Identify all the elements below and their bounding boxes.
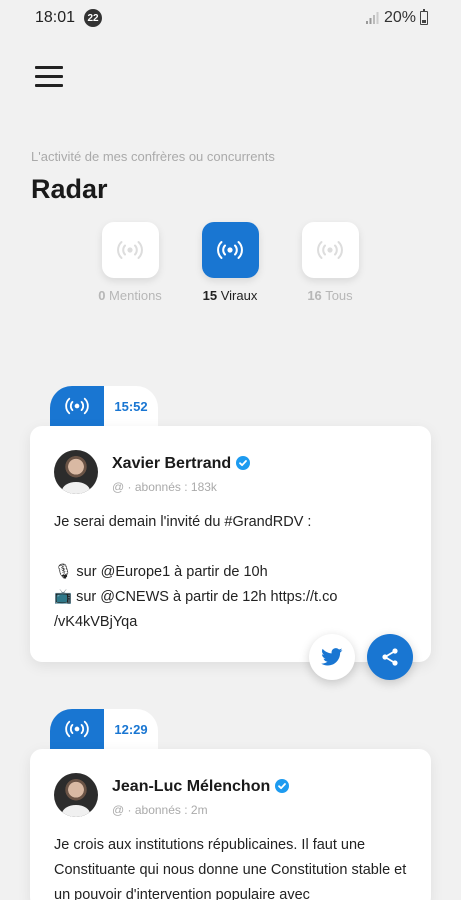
tweet-text: Je crois aux institutions républicaines.… — [54, 837, 411, 900]
tweet-time: 12:29 — [104, 709, 158, 749]
hamburger-menu-icon[interactable] — [35, 66, 63, 88]
author-row: Xavier Bertrand @ · abonnés : 183k — [54, 450, 409, 498]
battery-icon — [420, 9, 428, 25]
author-row: Jean-Luc Mélenchon @ · abonnés : 2m — [54, 773, 409, 821]
share-icon — [382, 648, 398, 666]
tweet-card-1: 15:52 Xavier Bertrand @ · abonnés : 183k… — [30, 386, 431, 680]
avatar — [54, 773, 98, 817]
notification-count-badge: 22 — [84, 9, 102, 27]
filter-viraux[interactable]: 15 Viraux — [180, 222, 280, 303]
filter-viraux-label: 15 Viraux — [202, 288, 258, 303]
filter-mentions-label: 0 Mentions — [98, 288, 162, 303]
tweet-card-body[interactable]: Jean-Luc Mélenchon @ · abonnés : 2m Je c… — [30, 749, 431, 900]
verified-icon — [236, 456, 251, 470]
radar-icon — [50, 709, 104, 749]
filter-mentions-button[interactable] — [101, 222, 159, 278]
filter-viraux-button[interactable] — [201, 222, 259, 278]
radar-icon — [50, 386, 104, 426]
tweet-text: Je serai demain l'invité du #GrandRDV : … — [54, 514, 338, 630]
author-handle: @ · abonnés : 2m — [112, 803, 208, 817]
radar-icon — [217, 241, 243, 259]
filter-tous[interactable]: 16 Tous — [280, 222, 380, 303]
radar-icon — [317, 241, 343, 259]
page-subtitle: L'activité de mes confrères ou concurren… — [31, 149, 275, 164]
tweet-time: 15:52 — [104, 386, 158, 426]
share-button[interactable] — [367, 634, 413, 680]
avatar — [54, 450, 98, 494]
filter-tous-label: 16 Tous — [307, 288, 353, 303]
author-name: Jean-Luc Mélenchon — [112, 778, 290, 796]
tweet-tab: 15:52 — [30, 386, 431, 426]
radar-icon — [117, 241, 143, 259]
page-title: Radar — [31, 174, 108, 204]
author-name: Xavier Bertrand — [112, 455, 251, 473]
battery-level: 20% — [384, 9, 417, 26]
filter-tous-button[interactable] — [301, 222, 359, 278]
twitter-icon — [321, 648, 343, 666]
author-handle: @ · abonnés : 183k — [112, 480, 217, 494]
tweet-card-body[interactable]: Xavier Bertrand @ · abonnés : 183k Je se… — [30, 426, 431, 680]
tweet-tab: 12:29 — [30, 709, 431, 749]
open-twitter-button[interactable] — [309, 634, 355, 680]
signal-icon — [366, 12, 379, 24]
status-bar: 18:01 22 20% — [0, 0, 461, 36]
verified-icon — [275, 779, 290, 793]
tweet-card-2: 12:29 Jean-Luc Mélenchon @ · abonnés : 2… — [30, 709, 431, 900]
status-time: 18:01 — [35, 9, 76, 26]
filter-mentions[interactable]: 0 Mentions — [80, 222, 180, 303]
